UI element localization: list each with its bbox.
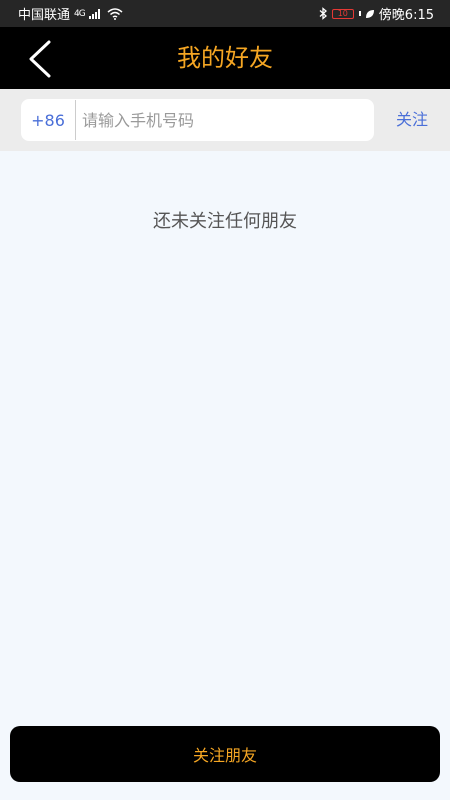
status-right: 10 傍晚6:15 (318, 4, 434, 23)
battery-tip (358, 11, 361, 16)
phone-input-box: +86 (21, 99, 374, 141)
empty-state-message: 还未关注任何朋友 (153, 211, 297, 232)
leaf-icon (365, 9, 374, 18)
status-bar: 中国联通 4G 10 傍晚6:15 (0, 0, 450, 27)
network-type: 4G (74, 8, 86, 19)
phone-number-input[interactable] (76, 99, 364, 141)
wifi-icon (107, 7, 123, 20)
follow-button[interactable]: 关注 (386, 99, 438, 141)
country-code[interactable]: +86 (21, 111, 75, 130)
status-left: 中国联通 4G (18, 4, 123, 23)
signal-icon (88, 8, 100, 19)
carrier-name: 中国联通 (18, 8, 71, 23)
chevron-left-icon (29, 40, 51, 78)
page-title: 我的好友 (177, 44, 273, 72)
back-button[interactable] (22, 39, 62, 79)
follow-friends-button[interactable]: 关注朋友 (10, 726, 440, 782)
nav-bar: 我的好友 (0, 27, 450, 89)
clock: 傍晚6:15 (378, 8, 434, 23)
search-row: +86 关注 (0, 89, 450, 151)
battery-icon: 10 (331, 8, 354, 19)
bluetooth-icon (319, 7, 327, 20)
